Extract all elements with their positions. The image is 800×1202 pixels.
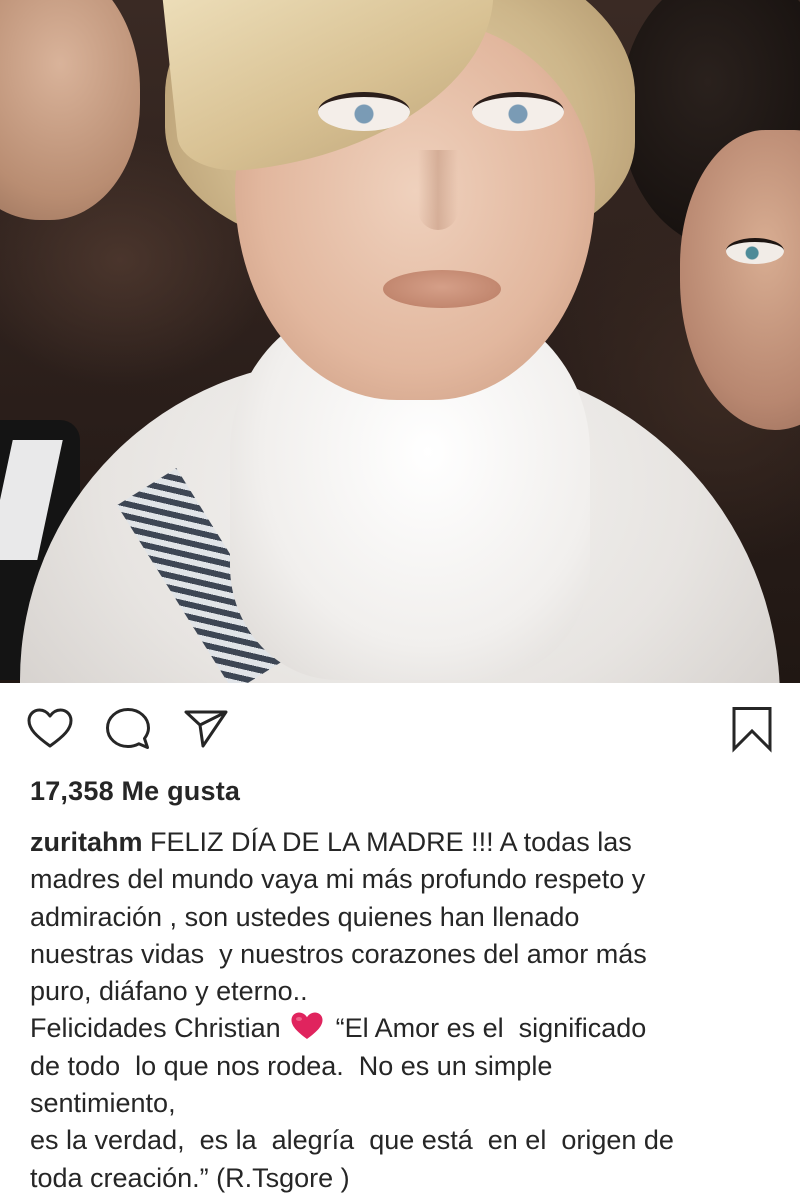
caption-text: Felicidades Christian bbox=[30, 1013, 289, 1044]
caption-line-10: toda creación.” (R.Tsgore ) bbox=[30, 1162, 350, 1193]
photo-right-eye bbox=[472, 92, 564, 131]
likes-count[interactable]: 17,358 Me gusta bbox=[30, 776, 240, 807]
caption-line-1: zuritahm FELIZ DÍA DE LA MADRE !!! A tod… bbox=[30, 824, 775, 861]
heart-outline-icon[interactable] bbox=[26, 705, 74, 753]
caption-line-6: Felicidades Christian “El Amor es el sig… bbox=[30, 1010, 775, 1047]
caption-username[interactable]: zuritahm bbox=[30, 827, 143, 857]
caption-line-7: de todo lo que nos rodea. No es un simpl… bbox=[30, 1050, 553, 1081]
photo-left-eye bbox=[318, 92, 410, 131]
caption-line-4: nuestras vidas y nuestros corazones del … bbox=[30, 938, 647, 969]
caption-text: “El Amor es el significado bbox=[328, 1013, 647, 1044]
caption-line-5: puro, diáfano y eterno.. bbox=[30, 976, 308, 1007]
post-caption: zuritahm FELIZ DÍA DE LA MADRE !!! A tod… bbox=[30, 824, 775, 1197]
caption-line-2: madres del mundo vaya mi más profundo re… bbox=[30, 864, 646, 895]
post-action-bar bbox=[0, 683, 800, 773]
caption-line-9: es la verdad, es la alegría que está en … bbox=[30, 1125, 674, 1156]
instagram-post: 17,358 Me gusta zuritahm FELIZ DÍA DE LA… bbox=[0, 0, 800, 1202]
photo-nose bbox=[418, 150, 458, 230]
caption-line-3: admiración , son ustedes quienes han lle… bbox=[30, 901, 580, 932]
caption-line-8: sentimiento, bbox=[30, 1088, 176, 1119]
comment-bubble-icon[interactable] bbox=[104, 705, 152, 753]
photo-lips bbox=[383, 270, 501, 308]
red-heart-emoji-icon bbox=[290, 1011, 324, 1041]
photo-right-person-eye bbox=[726, 238, 784, 264]
bookmark-outline-icon[interactable] bbox=[728, 705, 776, 753]
paper-plane-icon[interactable] bbox=[182, 705, 230, 753]
post-photo[interactable] bbox=[0, 0, 800, 683]
caption-text: FELIZ DÍA DE LA MADRE !!! A todas las bbox=[142, 827, 632, 857]
